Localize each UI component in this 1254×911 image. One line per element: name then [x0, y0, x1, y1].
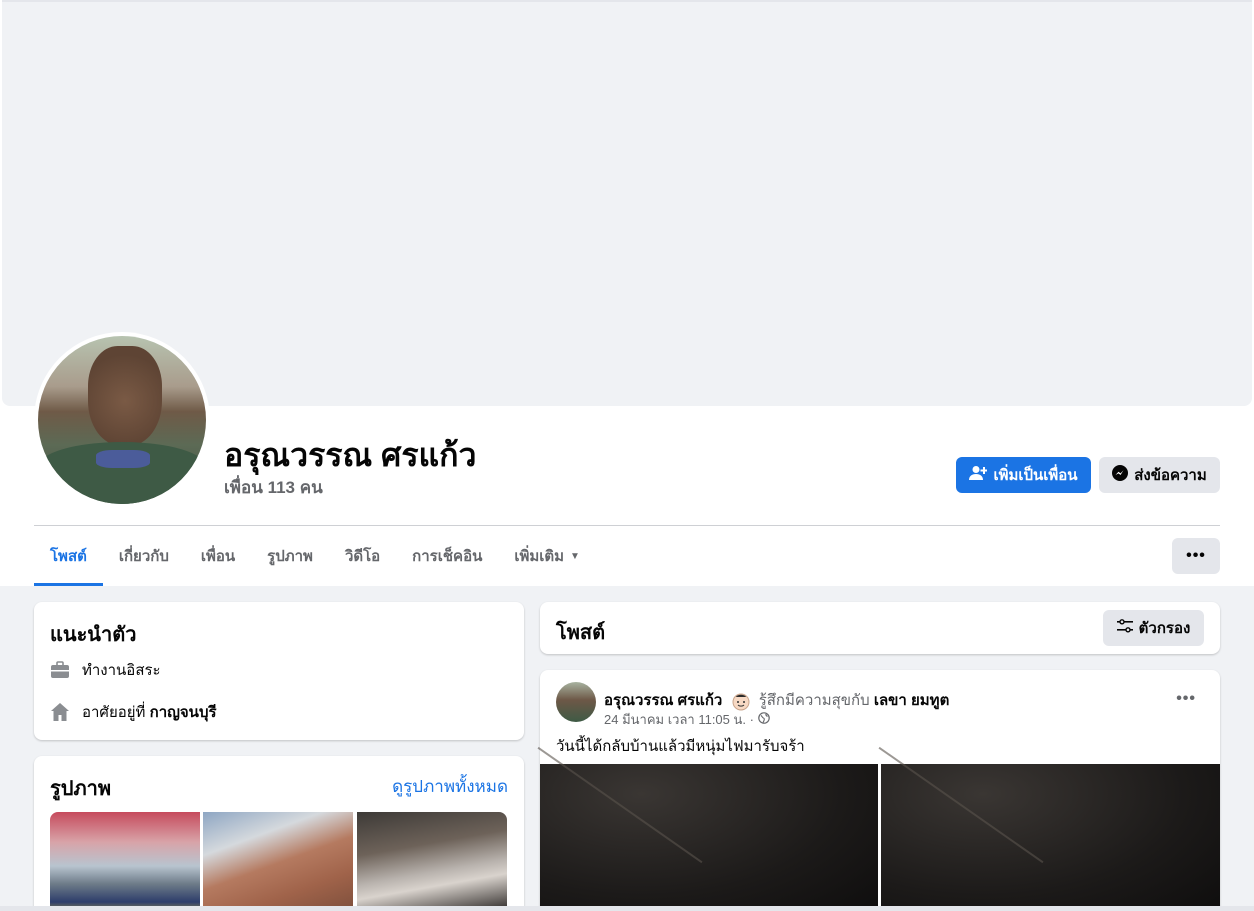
add-friend-label: เพิ่มเป็นเพื่อน [993, 467, 1078, 484]
post-card: อรุณวรรณ ศรแก้ว รู้สึกมีความสุขกับ เลขา … [537, 670, 1220, 911]
add-friend-icon [969, 465, 988, 485]
posts-title: โพสต์ [556, 622, 606, 644]
tab-more[interactable]: เพิ่มเติม ▼ [498, 526, 596, 586]
tab-about[interactable]: เกี่ยวกับ [103, 526, 185, 586]
ellipsis-icon: ••• [1176, 690, 1196, 707]
home-icon [50, 702, 70, 722]
profile-header: อรุณวรรณ ศรแก้ว เพื่อน 113 คน เพิ่มเป็นเ… [0, 0, 1254, 586]
cover-photo[interactable] [2, 0, 1252, 406]
tab-checkins[interactable]: การเช็คอิน [396, 526, 498, 586]
window-bottom-edge [0, 906, 1254, 911]
more-options-button[interactable]: ••• [1172, 538, 1220, 574]
tagged-person[interactable]: เลขา ยมทูต [874, 692, 949, 709]
add-friend-button[interactable]: เพิ่มเป็นเพื่อน [956, 457, 1091, 493]
briefcase-icon [50, 660, 70, 680]
profile-tabs: โพสต์ เกี่ยวกับ เพื่อน รูปภาพ วิดีโอ การ… [34, 526, 596, 586]
filter-icon [1116, 619, 1133, 637]
chevron-down-icon: ▼ [570, 550, 580, 562]
lives-in-prefix: อาศัยอยู่ที่ [82, 704, 146, 721]
tab-friends[interactable]: เพื่อน [185, 526, 251, 586]
friends-count[interactable]: เพื่อน 113 คน [224, 474, 323, 501]
message-label: ส่งข้อความ [1134, 467, 1207, 484]
photos-title: รูปภาพ [50, 778, 112, 800]
avatar-image [38, 336, 206, 504]
intro-card: แนะนำตัว ทำงานอิสระ อาศัยอยู่ที่ กาญจนบุ… [34, 602, 524, 740]
photos-card: รูปภาพ ดูรูปภาพทั้งหมด [34, 756, 524, 911]
intro-work: ทำงานอิสระ [50, 658, 161, 682]
messenger-icon [1112, 465, 1129, 485]
photo-thumbnail[interactable] [203, 812, 353, 911]
lives-in-place[interactable]: กาญจนบุรี [150, 704, 217, 721]
photo-thumbnail[interactable] [357, 812, 507, 911]
post-timestamp: 24 มีนาคม เวลา 11:05 น. · [604, 709, 770, 730]
posts-header-card: โพสต์ ตัวกรอง [540, 602, 1220, 654]
filter-label: ตัวกรอง [1138, 620, 1191, 637]
intro-work-text: ทำงานอิสระ [82, 662, 161, 679]
post-options-button[interactable]: ••• [1176, 690, 1196, 708]
post-author-name[interactable]: อรุณวรรณ ศรแก้ว [604, 692, 722, 709]
post-author-avatar[interactable] [556, 682, 596, 722]
post-photo[interactable] [537, 746, 878, 911]
photo-thumbnail[interactable] [50, 812, 200, 911]
tab-posts[interactable]: โพสต์ [34, 526, 103, 586]
globe-icon [758, 712, 770, 727]
intro-lives-in: อาศัยอยู่ที่ กาญจนบุรี [50, 700, 217, 724]
ellipsis-icon: ••• [1186, 547, 1206, 564]
post-feeling: รู้สึกมีความสุขกับ [758, 692, 870, 709]
profile-picture[interactable] [34, 332, 210, 508]
see-all-photos-link[interactable]: ดูรูปภาพทั้งหมด [392, 773, 508, 800]
tab-videos[interactable]: วิดีโอ [329, 526, 396, 586]
post-text: วันนี้ได้กลับบ้านแล้วมีหนุ่มไฟมารับจร้า [556, 738, 805, 755]
message-button[interactable]: ส่งข้อความ [1099, 457, 1220, 493]
filter-button[interactable]: ตัวกรอง [1103, 610, 1204, 646]
intro-title: แนะนำตัว [50, 624, 137, 646]
post-photo[interactable] [878, 746, 1220, 911]
tab-photos[interactable]: รูปภาพ [251, 526, 329, 586]
